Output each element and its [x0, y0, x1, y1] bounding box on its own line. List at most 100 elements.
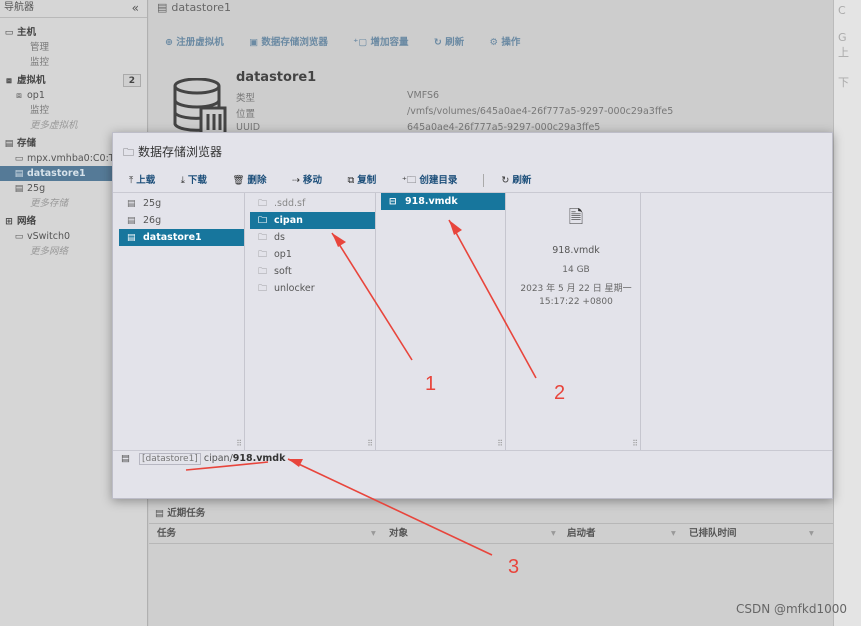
move-button[interactable]: ⇢ 移动: [292, 172, 322, 186]
resize-handle-icon[interactable]: ⠿: [632, 439, 638, 448]
folder-icon: 🗀: [123, 146, 134, 159]
datastore-icon: ▤: [121, 453, 130, 464]
sidebar-item-label: 主机: [17, 27, 37, 38]
path-file: 918.vmdk: [232, 453, 286, 464]
sort-icon[interactable]: ▾: [671, 524, 676, 544]
refresh-button[interactable]: ↻ 刷新: [501, 172, 531, 186]
folder-icon: 🗀: [258, 284, 268, 294]
list-item[interactable]: 🗀 .sdd.sf: [250, 195, 375, 212]
list-item[interactable]: 🗀 op1: [250, 246, 375, 263]
datastore-large-icon: [173, 78, 227, 138]
sidebar-item-label: 更多存储: [30, 198, 69, 209]
folder-icon: 🗀: [258, 216, 268, 226]
sidebar-item-label: op1: [27, 90, 45, 101]
preview-file-date: 2023 年 5 月 22 日 星期一 15:17:22 +0800: [520, 284, 632, 307]
list-item[interactable]: ▤ 25g: [119, 195, 244, 212]
right-panel-item: G 上: [838, 31, 849, 59]
sidebar-item-label: 监控: [30, 57, 50, 68]
sort-icon[interactable]: ▾: [371, 524, 376, 544]
increase-capacity-button[interactable]: ⁺▢ 增加容量: [353, 37, 408, 48]
vm-icon: ⧈: [16, 91, 22, 101]
resize-handle-icon[interactable]: ⠿: [236, 439, 242, 448]
upload-button[interactable]: ⤒ 上载: [129, 172, 155, 186]
list-item[interactable]: 🗀 soft: [250, 263, 375, 280]
page-title: ▤ datastore1: [157, 1, 232, 14]
delete-button[interactable]: 🗑 删除: [232, 172, 266, 186]
prop-type-label: 类型: [236, 93, 256, 104]
toolbar-divider: [482, 173, 484, 187]
datastore-browser-button[interactable]: ▣ 数据存储浏览器: [249, 37, 328, 48]
folder-icon: 🗀: [258, 233, 268, 243]
sort-icon[interactable]: ▾: [551, 524, 556, 544]
file-preview: 🗎 918.vmdk 14 GB 2023 年 5 月 22 日 星期一 15:…: [511, 193, 641, 309]
right-panel-item: 下: [838, 76, 849, 89]
sidebar-item-label: 25g: [27, 183, 46, 194]
col-header-object[interactable]: 对象: [389, 524, 408, 544]
sidebar-item-label: mpx.vmhba0:C0:T: [27, 153, 115, 164]
list-item-label: datastore1: [143, 232, 202, 243]
register-vm-button[interactable]: ⊕ 注册虚拟机: [165, 37, 224, 48]
col-header-initiator[interactable]: 启动者: [567, 524, 596, 544]
annotation-label-1: 1: [425, 373, 437, 395]
col-header-task[interactable]: 任务: [157, 524, 176, 544]
preview-file-size: 14 GB: [562, 265, 590, 275]
folder-icon: 🗀: [258, 250, 268, 260]
resize-handle-icon[interactable]: ⠿: [497, 439, 503, 448]
preview-file-name: 918.vmdk: [552, 245, 600, 256]
sidebar-item[interactable]: 监控: [0, 103, 147, 118]
path-folder: cipan/: [203, 453, 233, 464]
list-item[interactable]: ▤ 26g: [119, 212, 244, 229]
sidebar-item-label: 管理: [30, 42, 50, 53]
sort-icon[interactable]: ▾: [809, 524, 814, 544]
copy-button[interactable]: ⧉ 复制: [348, 172, 377, 186]
dialog-toolbar: ⤒ 上载 ⤓ 下载 🗑 删除 ⇢ 移动 ⧉ 复制 ⁺🗀 创建目录 ↻ 刷新: [129, 172, 553, 188]
folder-list-column: 🗀 .sdd.sf 🗀 cipan 🗀 ds 🗀 op1 🗀 soft 🗀 unlocker ⠿: [250, 193, 376, 450]
prop-location-label: 位置: [236, 109, 256, 120]
list-item-label: 918.vmdk: [405, 196, 458, 207]
list-item-label: ds: [274, 232, 285, 243]
host-icon: ▭: [4, 28, 14, 38]
upload-icon: ⤒: [129, 175, 134, 186]
sidebar-item[interactable]: ▭ 主机: [0, 25, 147, 40]
list-item[interactable]: ⊟ 918.vmdk: [381, 193, 505, 210]
datastore-name: datastore1: [236, 70, 317, 85]
prop-location-value: /vmfs/volumes/645a0ae4-26f777a5-9297-000…: [407, 106, 674, 117]
sidebar-item[interactable]: ⧈ 虚拟机 2: [0, 73, 147, 88]
list-item[interactable]: 🗀 ds: [250, 229, 375, 246]
collapse-icon[interactable]: «: [132, 0, 139, 16]
recent-tasks-panel: ▤ 近期任务 任务 ▾ 对象 ▾ 启动者 ▾ 已排队时间 ▾: [149, 504, 833, 626]
list-item-label: 26g: [143, 215, 162, 226]
sidebar-item-label: datastore1: [27, 168, 86, 179]
list-item[interactable]: 🗀 cipan: [250, 212, 375, 229]
switch-icon: ▭: [14, 232, 24, 242]
datastore-list-column: ▤ 25g ▤ 26g ▤ datastore1 ⠿: [119, 193, 245, 450]
sidebar-item[interactable]: ⧈ op1: [0, 88, 147, 103]
new-folder-icon: ⁺🗀: [401, 175, 417, 186]
list-item-label: .sdd.sf: [274, 198, 306, 209]
watermark: CSDN @mfkd1000: [735, 602, 847, 616]
create-directory-button[interactable]: ⁺🗀 创建目录: [402, 172, 458, 189]
sidebar-item[interactable]: 管理: [0, 40, 147, 55]
dialog-title: 🗀 数据存储浏览器: [123, 145, 223, 159]
refresh-button[interactable]: ↻ 刷新: [434, 37, 464, 48]
col-header-queued[interactable]: 已排队时间: [689, 524, 737, 544]
recent-tasks-title: ▤ 近期任务: [149, 504, 833, 524]
list-item-label: op1: [274, 249, 292, 260]
copy-icon: ⧉: [347, 175, 355, 186]
datastore-browser-dialog: 🗀 数据存储浏览器 ⤒ 上载 ⤓ 下载 🗑 删除 ⇢ 移动 ⧉ 复制 ⁺🗀 创建目录 ↻ 刷新 …: [112, 132, 833, 499]
list-item[interactable]: 🗀 unlocker: [250, 280, 375, 297]
list-item[interactable]: ▤ datastore1: [119, 229, 244, 246]
datastore-icon: ▤: [14, 184, 24, 194]
count-badge: 2: [122, 74, 141, 87]
datastore-icon: ▤: [127, 199, 136, 209]
sidebar-item[interactable]: 更多虚拟机: [0, 118, 147, 133]
resize-handle-icon[interactable]: ⠿: [367, 439, 373, 448]
refresh-icon: ↻: [501, 175, 510, 186]
sidebar-item[interactable]: 监控: [0, 55, 147, 70]
file-list-column: ⊟ 918.vmdk ⠿: [381, 193, 506, 450]
download-button[interactable]: ⤓ 下载: [181, 172, 207, 186]
list-item-label: cipan: [274, 215, 303, 226]
navigator-header: 导航器 «: [0, 0, 147, 18]
actions-button[interactable]: ⚙ 操作: [489, 37, 520, 48]
sidebar-item-label: 更多虚拟机: [30, 120, 78, 131]
